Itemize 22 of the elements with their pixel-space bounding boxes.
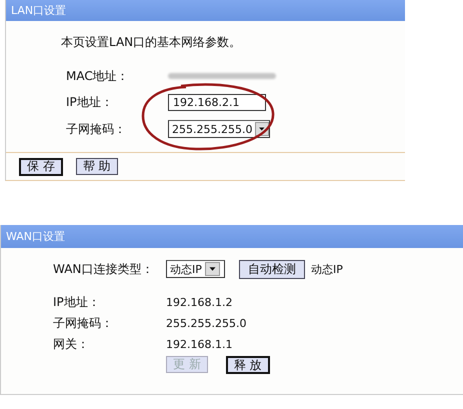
detected-type-text: 动态IP [311, 262, 343, 276]
field-value: 192.168.1.2 [166, 296, 232, 308]
field-label: IP地址： [53, 294, 101, 310]
connection-type-select[interactable]: 动态IP [166, 260, 225, 278]
field-label: 网关： [53, 336, 90, 352]
field-value: 192.168.1.1 [166, 338, 232, 350]
field-label: 子网掩码： [53, 314, 114, 332]
auto-detect-button[interactable]: 自动检测 [239, 260, 305, 278]
field-label: IP地址： [66, 94, 114, 110]
subnet-mask-select[interactable]: 255.255.255.0 [168, 120, 270, 138]
help-button[interactable]: 帮 助 [76, 158, 118, 175]
field-label: WAN口连接类型： [53, 260, 154, 278]
caret-icon[interactable] [204, 262, 220, 276]
field-label: MAC地址： [66, 68, 130, 84]
panel-title: LAN口设置 [6, 0, 405, 21]
save-button[interactable]: 保 存 [19, 158, 63, 176]
field-label: 子网掩码： [66, 120, 127, 138]
ip-address-field[interactable]: 192.168.2.1 [168, 94, 266, 110]
panel-title: WAN口设置 [1, 225, 463, 248]
description-text: 本页设置LAN口的基本网络参数。 [61, 34, 242, 51]
field-value: 255.255.255.0 [166, 316, 246, 330]
release-button[interactable]: 释 放 [226, 356, 270, 374]
